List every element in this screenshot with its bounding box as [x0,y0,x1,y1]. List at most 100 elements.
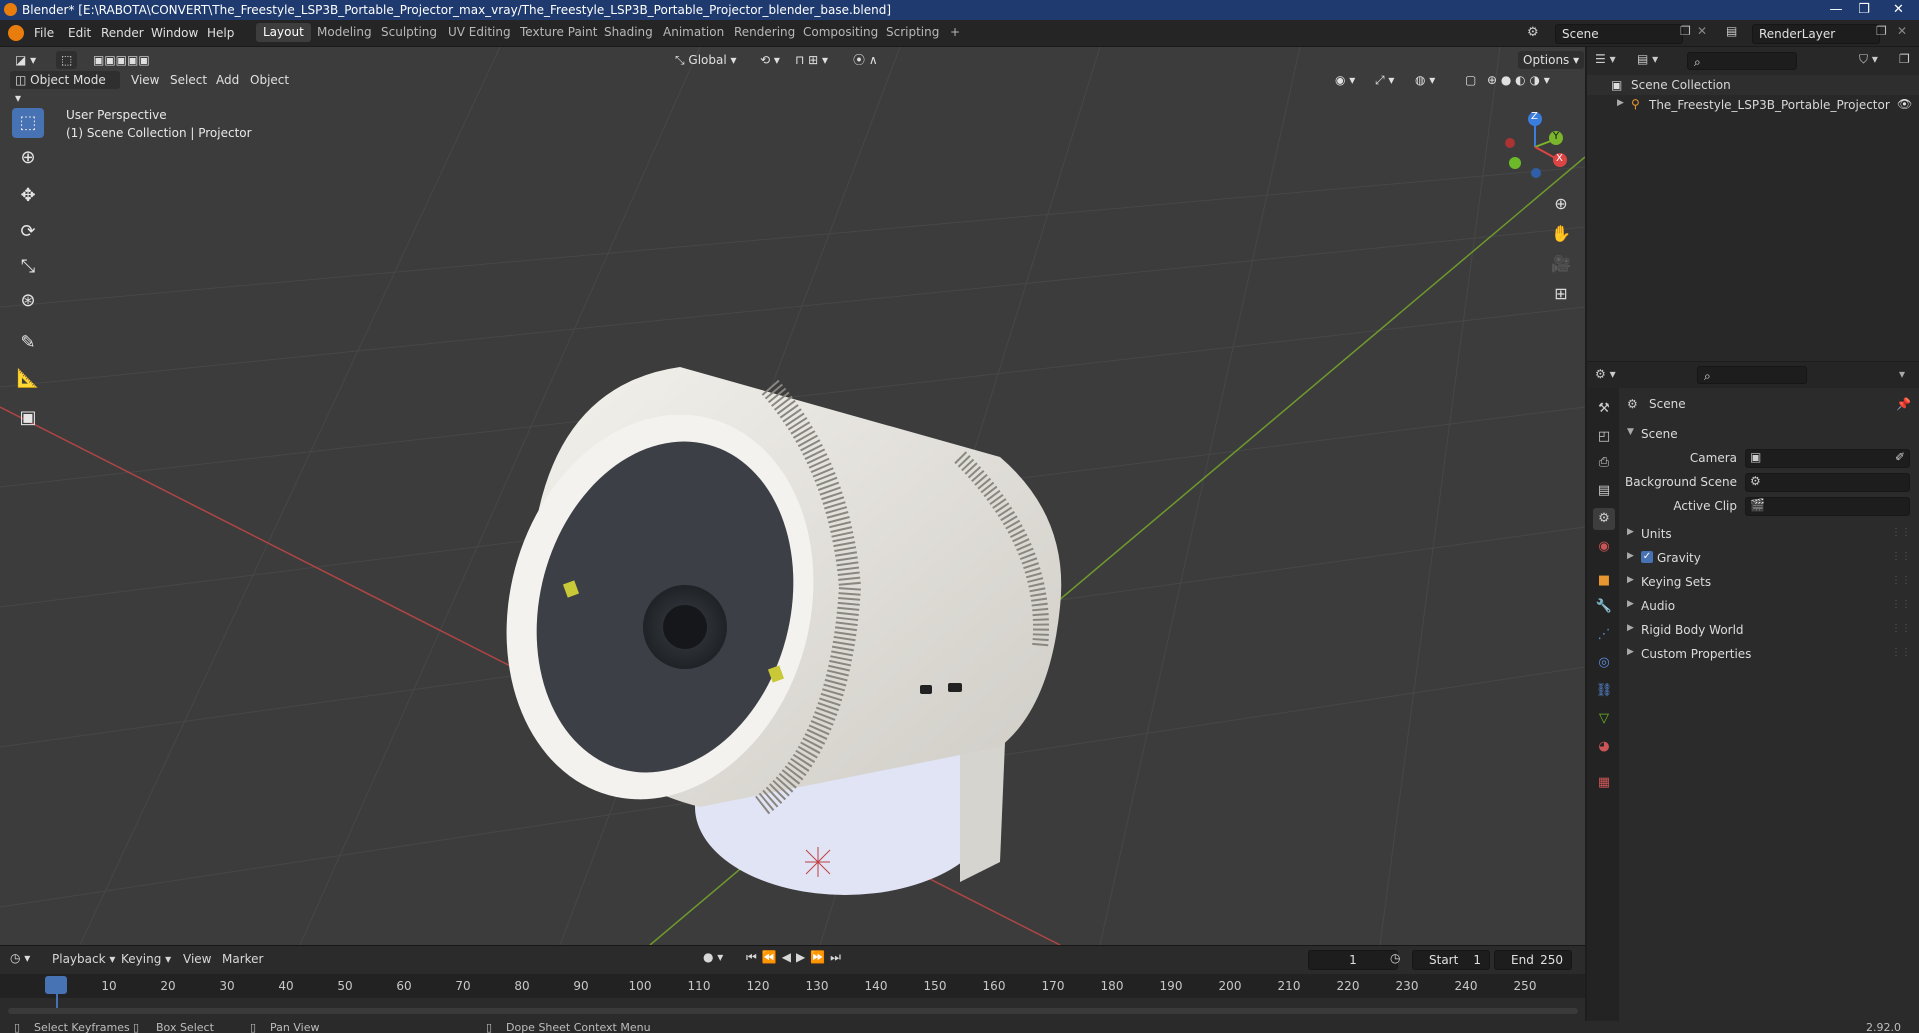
playback-controls-icons[interactable]: ⏮⏪◀▶⏩⏭ [746,950,846,965]
view-layer-tab-icon[interactable]: ▤ [1593,480,1615,502]
add-cube-tool-icon[interactable]: ▣ [12,403,44,433]
menu-file[interactable]: File [34,26,54,40]
properties-options-icon[interactable]: ▾ [1899,367,1905,381]
delete-view-layer-icon[interactable]: ✕ [1897,24,1907,38]
material-tab-icon[interactable]: ◕ [1593,736,1615,758]
menu-help[interactable]: Help [207,26,234,40]
properties-search-input[interactable]: ⌕ [1697,366,1807,384]
preview-range-icon[interactable]: ◷ [1390,951,1400,965]
panel-grip-icon[interactable]: ⋮⋮ [1891,527,1911,538]
keying-sets-panel-header[interactable]: ▶ Keying Sets ⋮⋮ [1627,572,1917,594]
particles-tab-icon[interactable]: ⋰ [1593,624,1615,646]
tool-tab-icon[interactable]: ⚒ [1593,398,1615,420]
units-panel-header[interactable]: ▶ Units ⋮⋮ [1627,524,1917,546]
physics-tab-icon[interactable]: ◎ [1593,652,1615,674]
gizmo-icon[interactable]: ⤢ ▾ [1370,71,1399,89]
current-frame-field[interactable]: 1 [1308,950,1398,970]
constraints-tab-icon[interactable]: ⛓ [1593,680,1615,702]
navigation-gizmo[interactable]: Z Y X [1498,107,1568,179]
object-tab-icon[interactable]: ■ [1593,570,1615,592]
panel-grip-icon[interactable]: ⋮⋮ [1891,647,1911,658]
outliner-editor-type-icon[interactable]: ☰ ▾ [1595,52,1616,66]
outliner-search-input[interactable]: ⌕ [1687,52,1797,70]
custom-properties-panel-header[interactable]: ▶ Custom Properties ⋮⋮ [1627,644,1917,666]
annotate-tool-icon[interactable]: ✎ [12,328,44,358]
tab-animation[interactable]: Animation [656,23,731,42]
panel-grip-icon[interactable]: ⋮⋮ [1891,551,1911,562]
delete-scene-icon[interactable]: ✕ [1697,24,1707,38]
texture-tab-icon[interactable]: ▦ [1593,772,1615,794]
output-tab-icon[interactable]: ⎙ [1593,452,1615,474]
maximize-button[interactable]: ❐ [1850,0,1878,20]
end-frame-field[interactable]: End 250 [1494,950,1572,970]
pivot-icon[interactable]: ⟲ ▾ [755,51,785,69]
timeline-editor-type-icon[interactable]: ◷ ▾ [10,951,30,965]
selection-mode-icons[interactable]: ▣▣▣▣▣ [88,51,155,69]
pin-icon[interactable]: 📌 [1896,397,1911,411]
visibility-icon[interactable]: ◉ ▾ [1330,71,1360,89]
viewport-menu-object[interactable]: Object [245,71,294,89]
record-keyframe-icon[interactable]: ● ▾ [703,950,723,964]
minimize-button[interactable]: — [1822,0,1850,20]
camera-view-icon[interactable]: 🎥 [1548,251,1574,277]
select-tool-icon[interactable]: ⬚ [12,108,44,138]
tab-layout[interactable]: Layout [256,23,311,42]
snap-icon[interactable]: ⊓ ⊞ ▾ [790,51,833,69]
viewport-menu-select[interactable]: Select [165,71,212,89]
rotate-tool-icon[interactable]: ⟳ [12,217,44,247]
panel-grip-icon[interactable]: ⋮⋮ [1891,599,1911,610]
tab-compositing[interactable]: Compositing [796,23,885,42]
view-layer-selector[interactable]: RenderLayer [1752,24,1880,44]
expand-arrow-icon[interactable]: ▶ [1617,98,1624,108]
new-scene-icon[interactable]: ❐ [1680,24,1691,38]
tab-texture-paint[interactable]: Texture Paint [513,23,604,42]
add-workspace-button[interactable]: + [943,23,967,42]
filter-icon[interactable]: ⛉ ▾ [1859,52,1878,67]
viewport-menu-view[interactable]: View [126,71,164,89]
new-view-layer-icon[interactable]: ❐ [1876,24,1887,38]
background-scene-field[interactable]: ⚙ [1745,473,1910,492]
menu-window[interactable]: Window [151,26,198,40]
panel-grip-icon[interactable]: ⋮⋮ [1891,623,1911,634]
blender-menu-icon[interactable] [8,25,24,41]
timeline-editor[interactable]: ◷ ▾ Playback ▾ Keying ▾ View Marker ● ▾ … [0,945,1585,1022]
scene-panel-header[interactable]: ▼ Scene [1627,424,1917,446]
active-clip-field[interactable]: 🎬 [1745,497,1910,516]
gravity-panel-header[interactable]: ▶ ✓ Gravity ⋮⋮ [1627,548,1917,570]
cursor-tool-icon[interactable]: ⊕ [12,143,44,173]
scene-selector[interactable]: Scene [1555,24,1683,44]
scale-tool-icon[interactable]: ⤡ [12,252,44,282]
display-mode-icon[interactable]: ▤ ▾ [1637,52,1658,66]
timeline-scrollbar[interactable] [8,1008,1578,1014]
new-collection-icon[interactable]: ❐ [1899,52,1910,66]
modifier-tab-icon[interactable]: 🔧 [1593,596,1615,618]
data-tab-icon[interactable]: ▽ [1593,708,1615,730]
tab-scripting[interactable]: Scripting [879,23,946,42]
overlays-icon[interactable]: ◍ ▾ [1410,71,1440,89]
scene-tab-icon[interactable]: ⚙ [1593,508,1615,530]
tab-uv-editing[interactable]: UV Editing [441,23,518,42]
outliner-row-object[interactable]: ▶ ⚲ The_Freestyle_LSP3B_Portable_Project… [1587,95,1919,115]
world-tab-icon[interactable]: ◉ [1593,536,1615,558]
pan-hand-icon[interactable]: ✋ [1548,221,1574,247]
close-window-button[interactable]: ✕ [1878,0,1919,20]
timeline-menu-playback[interactable]: Playback ▾ [52,952,115,966]
rigid-body-world-panel-header[interactable]: ▶ Rigid Body World ⋮⋮ [1627,620,1917,642]
start-frame-field[interactable]: Start 1 [1412,950,1490,970]
tab-sculpting[interactable]: Sculpting [374,23,444,42]
timeline-menu-marker[interactable]: Marker [222,952,263,966]
measure-tool-icon[interactable]: 📐 [12,364,44,394]
eyedropper-icon[interactable]: ✐ [1895,450,1905,464]
camera-field[interactable]: ▣ ✐ [1745,449,1910,468]
select-mode-icon[interactable]: ⬚ [56,51,78,69]
properties-editor-type-icon[interactable]: ⚙ ▾ [1595,367,1616,381]
move-tool-icon[interactable]: ✥ [12,181,44,211]
transform-tool-icon[interactable]: ⊛ [12,286,44,316]
tab-rendering[interactable]: Rendering [727,23,802,42]
gravity-checkbox[interactable]: ✓ [1641,551,1653,563]
object-mode-dropdown[interactable]: ◫ Object Mode ▾ [10,71,120,105]
timeline-menu-view[interactable]: View [183,952,211,966]
eye-visibility-icon[interactable]: 👁 [1897,97,1912,111]
playhead[interactable] [45,976,67,994]
transform-orientation-dropdown[interactable]: ⤡ Global ▾ [670,51,742,69]
